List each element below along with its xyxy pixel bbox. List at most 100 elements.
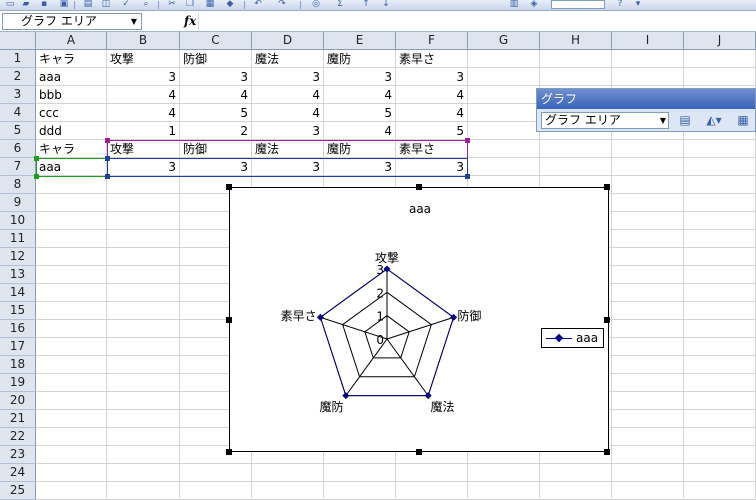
chevron-down-icon[interactable]: ▼ — [131, 14, 137, 29]
cell-a5[interactable]: ddd — [36, 122, 106, 140]
cell-c5[interactable]: 2 — [180, 122, 251, 140]
research-icon[interactable]: ⌕ — [140, 0, 152, 9]
row-header-18[interactable]: 18 — [0, 356, 36, 374]
paste-icon[interactable]: ▦ — [204, 0, 216, 9]
row-header-11[interactable]: 11 — [0, 230, 36, 248]
row-header-12[interactable]: 12 — [0, 248, 36, 266]
zoom-select[interactable] — [551, 0, 605, 9]
chart-area[interactable]: aaa 0 1 2 3 攻撃 防御 魔法 魔防 素早さ aaa — [229, 187, 609, 452]
range-handle[interactable] — [105, 138, 110, 143]
range-handle[interactable] — [105, 156, 110, 161]
row-header-6[interactable]: 6 — [0, 140, 36, 158]
cell-f1[interactable]: 素早さ — [396, 50, 467, 68]
cell-e7[interactable]: 3 — [324, 158, 395, 176]
chart-resize-handle[interactable] — [604, 184, 610, 190]
row-header-1[interactable]: 1 — [0, 50, 36, 68]
row-header-8[interactable]: 8 — [0, 176, 36, 194]
row-header-13[interactable]: 13 — [0, 266, 36, 284]
help-icon[interactable]: ? — [614, 0, 626, 9]
cell-b4[interactable]: 4 — [107, 104, 179, 122]
cell-a2[interactable]: aaa — [36, 68, 106, 86]
cell-d3[interactable]: 4 — [252, 86, 323, 104]
cell-b5[interactable]: 1 — [107, 122, 179, 140]
column-header-h[interactable]: H — [540, 32, 612, 50]
cell-d4[interactable]: 4 — [252, 104, 323, 122]
row-header-19[interactable]: 19 — [0, 374, 36, 392]
insert-function-icon[interactable]: fx — [184, 13, 196, 30]
save-icon[interactable]: ▪ — [38, 0, 50, 9]
formula-input[interactable] — [198, 13, 754, 30]
cell-d5[interactable]: 3 — [252, 122, 323, 140]
cell-f6[interactable]: 素早さ — [396, 140, 467, 158]
column-header-c[interactable]: C — [180, 32, 252, 50]
row-header-23[interactable]: 23 — [0, 446, 36, 464]
chart-resize-handle[interactable] — [226, 317, 232, 323]
select-all-corner[interactable] — [0, 32, 36, 50]
row-header-24[interactable]: 24 — [0, 464, 36, 482]
cell-d2[interactable]: 3 — [252, 68, 323, 86]
column-header-g[interactable]: G — [468, 32, 540, 50]
open-folder-icon[interactable]: ▰ — [20, 0, 32, 9]
row-header-22[interactable]: 22 — [0, 428, 36, 446]
cell-a7[interactable]: aaa — [36, 158, 106, 176]
row-header-7[interactable]: 7 — [0, 158, 36, 176]
cell-a4[interactable]: ccc — [36, 104, 106, 122]
row-header-5[interactable]: 5 — [0, 122, 36, 140]
cell-b6[interactable]: 攻撃 — [107, 140, 179, 158]
row-header-20[interactable]: 20 — [0, 392, 36, 410]
chart-resize-handle[interactable] — [604, 449, 610, 455]
cell-d6[interactable]: 魔法 — [252, 140, 323, 158]
row-header-10[interactable]: 10 — [0, 212, 36, 230]
cell-b7[interactable]: 3 — [107, 158, 179, 176]
undo-icon[interactable]: ↶ — [252, 0, 264, 9]
name-box[interactable]: グラフ エリア ▼ — [2, 13, 142, 30]
cell-a1[interactable]: キャラ — [36, 50, 106, 68]
cell-f5[interactable]: 5 — [396, 122, 467, 140]
sort-descending-icon[interactable]: ↓ — [380, 0, 392, 9]
cell-f2[interactable]: 3 — [396, 68, 467, 86]
new-document-icon[interactable]: ▭ — [4, 0, 16, 9]
cell-f4[interactable]: 4 — [396, 104, 467, 122]
cell-e4[interactable]: 5 — [324, 104, 395, 122]
print-preview-icon[interactable]: ◫ — [100, 0, 112, 9]
chart-type-icon[interactable]: ◭▾ — [701, 112, 727, 129]
cell-c2[interactable]: 3 — [180, 68, 251, 86]
column-header-i[interactable]: I — [612, 32, 684, 50]
row-header-14[interactable]: 14 — [0, 284, 36, 302]
chart-toolbar-title[interactable]: グラフ — [537, 89, 755, 109]
cell-d7[interactable]: 3 — [252, 158, 323, 176]
cell-f7[interactable]: 3 — [396, 158, 467, 176]
cell-e2[interactable]: 3 — [324, 68, 395, 86]
print-icon[interactable]: ▤ — [82, 0, 94, 9]
cell-d1[interactable]: 魔法 — [252, 50, 323, 68]
chart-toolbar[interactable]: グラフ グラフ エリア ▼ ▤ ◭▾ ▦ — [536, 88, 756, 132]
cell-e1[interactable]: 魔防 — [324, 50, 395, 68]
row-header-9[interactable]: 9 — [0, 194, 36, 212]
cell-e6[interactable]: 魔防 — [324, 140, 395, 158]
autosum-icon[interactable]: Σ — [334, 0, 346, 9]
range-handle[interactable] — [34, 174, 39, 179]
hyperlink-icon[interactable]: ◎ — [310, 0, 322, 9]
range-handle[interactable] — [34, 156, 39, 161]
row-header-25[interactable]: 25 — [0, 482, 36, 500]
cell-b1[interactable]: 攻撃 — [107, 50, 179, 68]
copy-icon[interactable]: ❐ — [184, 0, 196, 9]
radar-chart[interactable]: aaa 0 1 2 3攻撃防御魔法 魔防 素早さ — [230, 188, 610, 453]
cell-f3[interactable]: 4 — [396, 86, 467, 104]
chart-object-select[interactable]: グラフ エリア ▼ — [541, 112, 669, 129]
chart-resize-handle[interactable] — [604, 317, 610, 323]
range-handle[interactable] — [465, 138, 470, 143]
column-header-e[interactable]: E — [324, 32, 396, 50]
cell-c4[interactable]: 5 — [180, 104, 251, 122]
toolbar-options-icon[interactable]: ▾ — [632, 0, 644, 9]
chart-resize-handle[interactable] — [226, 184, 232, 190]
column-header-b[interactable]: B — [107, 32, 180, 50]
legend-toggle-icon[interactable]: ▦ — [733, 112, 753, 129]
cell-a3[interactable]: bbb — [36, 86, 106, 104]
column-header-a[interactable]: A — [36, 32, 107, 50]
range-handle[interactable] — [105, 174, 110, 179]
row-header-21[interactable]: 21 — [0, 410, 36, 428]
cell-c6[interactable]: 防御 — [180, 140, 251, 158]
row-header-4[interactable]: 4 — [0, 104, 36, 122]
chart-legend[interactable]: aaa — [541, 328, 604, 348]
